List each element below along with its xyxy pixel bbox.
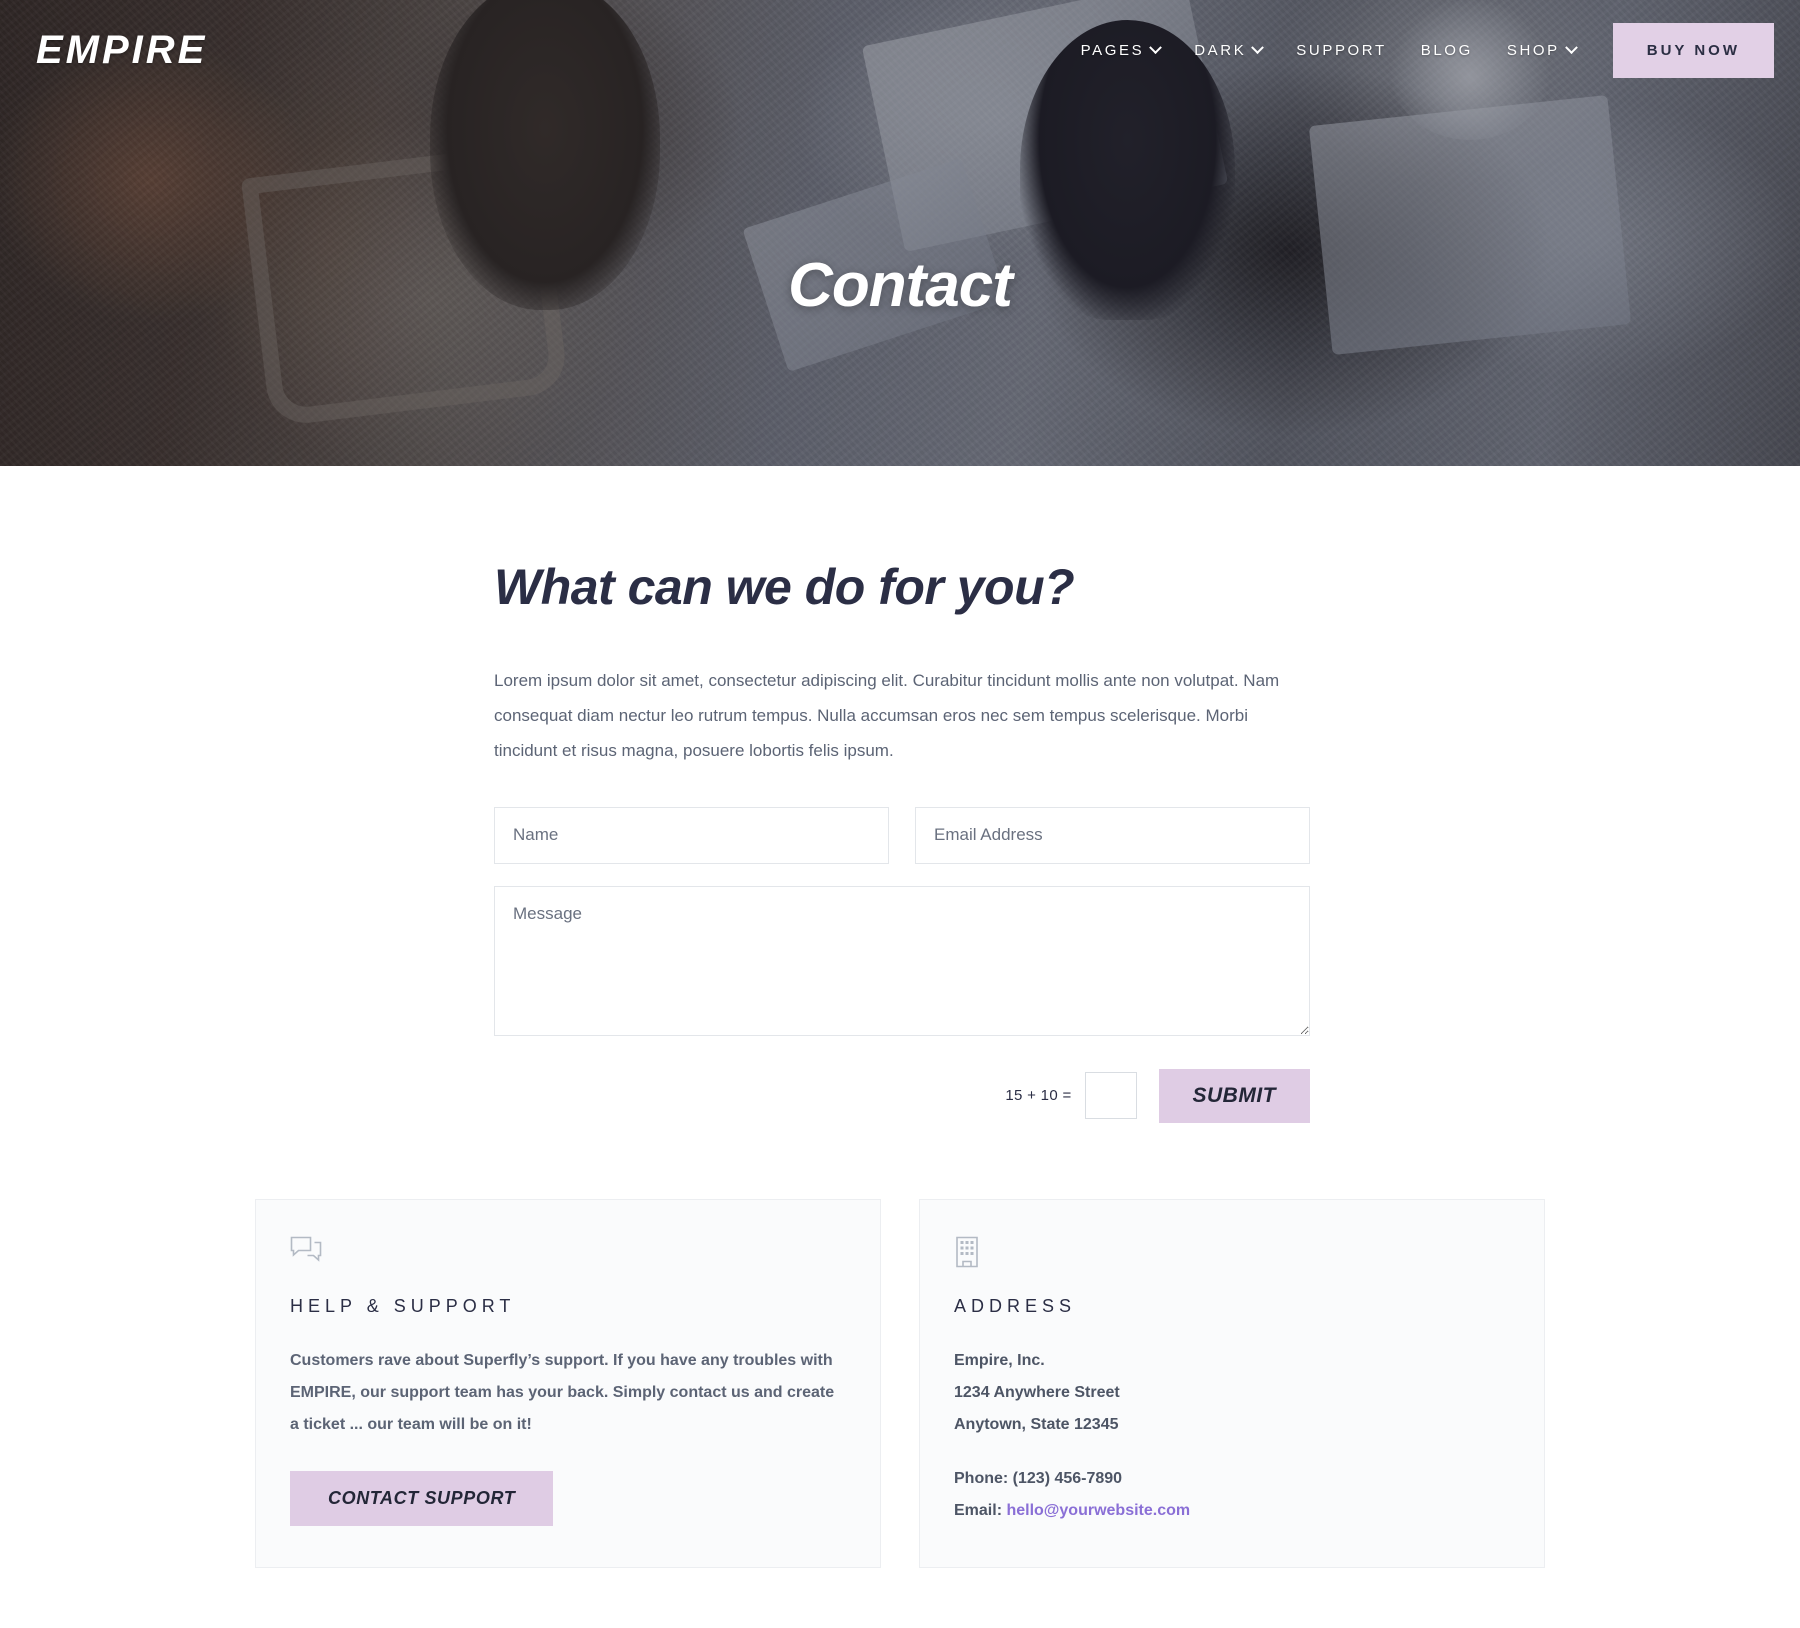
- building-icon: [954, 1236, 1510, 1270]
- company-name: Empire, Inc.: [954, 1351, 1045, 1369]
- nav-item-pages[interactable]: PAGES: [1064, 40, 1178, 59]
- main-content: What can we do for you? Lorem ipsum dolo…: [0, 466, 1800, 1628]
- chevron-down-icon: [1251, 40, 1265, 54]
- chat-bubbles-icon: [290, 1236, 846, 1270]
- nav-item-label: PAGES: [1080, 41, 1145, 59]
- nav-item-shop[interactable]: SHOP: [1490, 40, 1593, 59]
- chevron-down-icon: [1149, 40, 1163, 54]
- info-cards-row: HELP & SUPPORT Customers rave about Supe…: [255, 1198, 1545, 1568]
- hero-banner: EMPIRE PAGES DARK SUPPORT BLOG SHOP BUY …: [0, 0, 1800, 466]
- email-label: Email:: [954, 1501, 1007, 1519]
- help-support-title: HELP & SUPPORT: [290, 1295, 516, 1316]
- contact-form: 15 + 10 = SUBMIT: [490, 806, 1310, 1123]
- city-state-zip: Anytown, State 12345: [954, 1415, 1119, 1433]
- form-submit-row: 15 + 10 = SUBMIT: [494, 1068, 1310, 1123]
- message-textarea[interactable]: [494, 885, 1310, 1036]
- phone-number: Phone: (123) 456-7890: [954, 1469, 1123, 1487]
- captcha-question: 15 + 10 =: [1005, 1087, 1072, 1105]
- email-row: Email: hello@yourwebsite.com: [954, 1495, 1510, 1527]
- nav-item-label: DARK: [1194, 41, 1247, 59]
- chevron-down-icon: [1564, 40, 1578, 54]
- nav-item-label: SHOP: [1506, 41, 1560, 59]
- site-logo[interactable]: EMPIRE: [36, 30, 207, 70]
- address-title: ADDRESS: [954, 1295, 1077, 1316]
- section-heading: What can we do for you?: [494, 559, 1075, 615]
- email-link[interactable]: hello@yourwebsite.com: [1006, 1502, 1190, 1519]
- main-navigation-bar: EMPIRE PAGES DARK SUPPORT BLOG SHOP BUY …: [0, 0, 1800, 100]
- captcha-answer-input[interactable]: [1084, 1072, 1137, 1120]
- nav-item-label: BLOG: [1420, 41, 1473, 59]
- submit-button[interactable]: SUBMIT: [1158, 1068, 1310, 1123]
- form-row-name-email: [494, 806, 1310, 864]
- street-address: 1234 Anywhere Street: [954, 1383, 1120, 1401]
- buy-now-button[interactable]: BUY NOW: [1612, 22, 1774, 78]
- nav-item-label: SUPPORT: [1296, 41, 1387, 59]
- section-paragraph: Lorem ipsum dolor sit amet, consectetur …: [494, 671, 1280, 760]
- email-input[interactable]: [915, 806, 1310, 864]
- help-support-body: Customers rave about Superfly’s support.…: [290, 1351, 835, 1433]
- nav-links-group: PAGES DARK SUPPORT BLOG SHOP BUY NOW: [1064, 22, 1800, 78]
- page-title: Contact: [788, 251, 1013, 320]
- nav-item-support[interactable]: SUPPORT: [1279, 42, 1403, 59]
- name-input[interactable]: [494, 806, 889, 864]
- nav-item-dark[interactable]: DARK: [1177, 40, 1279, 59]
- help-support-card: HELP & SUPPORT Customers rave about Supe…: [255, 1198, 881, 1568]
- contact-support-button[interactable]: CONTACT SUPPORT: [290, 1470, 554, 1526]
- address-card: ADDRESS Empire, Inc. 1234 Anywhere Stree…: [919, 1198, 1545, 1568]
- nav-item-blog[interactable]: BLOG: [1404, 42, 1490, 59]
